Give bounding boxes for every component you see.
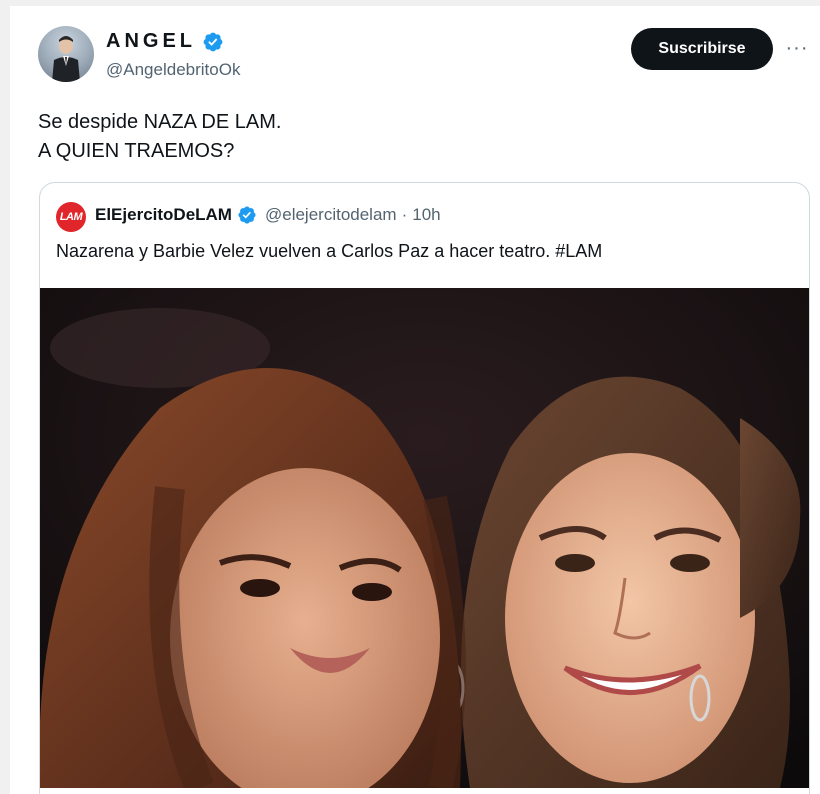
quoted-photo[interactable] [40,288,809,788]
tweet-text-line: A QUIEN TRAEMOS? [38,140,235,162]
tweet-text-line: Se despide NAZA DE LAM. [38,111,282,133]
author-avatar[interactable] [38,26,94,82]
subscribe-button[interactable]: Suscribirse [631,28,773,70]
author-handle[interactable]: @AngeldebritoOk [106,60,240,80]
verified-badge-icon [238,206,256,224]
quoted-text: Nazarena y Barbie Velez vuelven a Carlos… [56,241,603,261]
quoted-tweet[interactable]: LAM ElEjercitoDeLAM @elejercitodelam · 1… [39,182,810,794]
quoted-avatar[interactable]: LAM [56,202,86,232]
author-display-name[interactable]: ANGEL [106,30,196,53]
tweet-text: Se despide NAZA DE LAM. A QUIEN TRAEMOS? [38,108,281,166]
quoted-header: ElEjercitoDeLAM @elejercitodelam · 10h [95,205,441,225]
tweet-card: ANGEL @AngeldebritoOk Suscribirse ··· Se… [10,6,820,794]
quoted-handle[interactable]: @elejercitodelam [265,205,397,225]
quoted-separator: · [401,205,408,224]
quoted-timestamp[interactable]: 10h [412,205,440,225]
more-options-icon[interactable]: ··· [783,36,811,60]
author-name-row: ANGEL [106,30,224,53]
photo-illustration [40,288,809,788]
verified-badge-icon [203,32,223,51]
quoted-display-name[interactable]: ElEjercitoDeLAM [95,205,232,225]
